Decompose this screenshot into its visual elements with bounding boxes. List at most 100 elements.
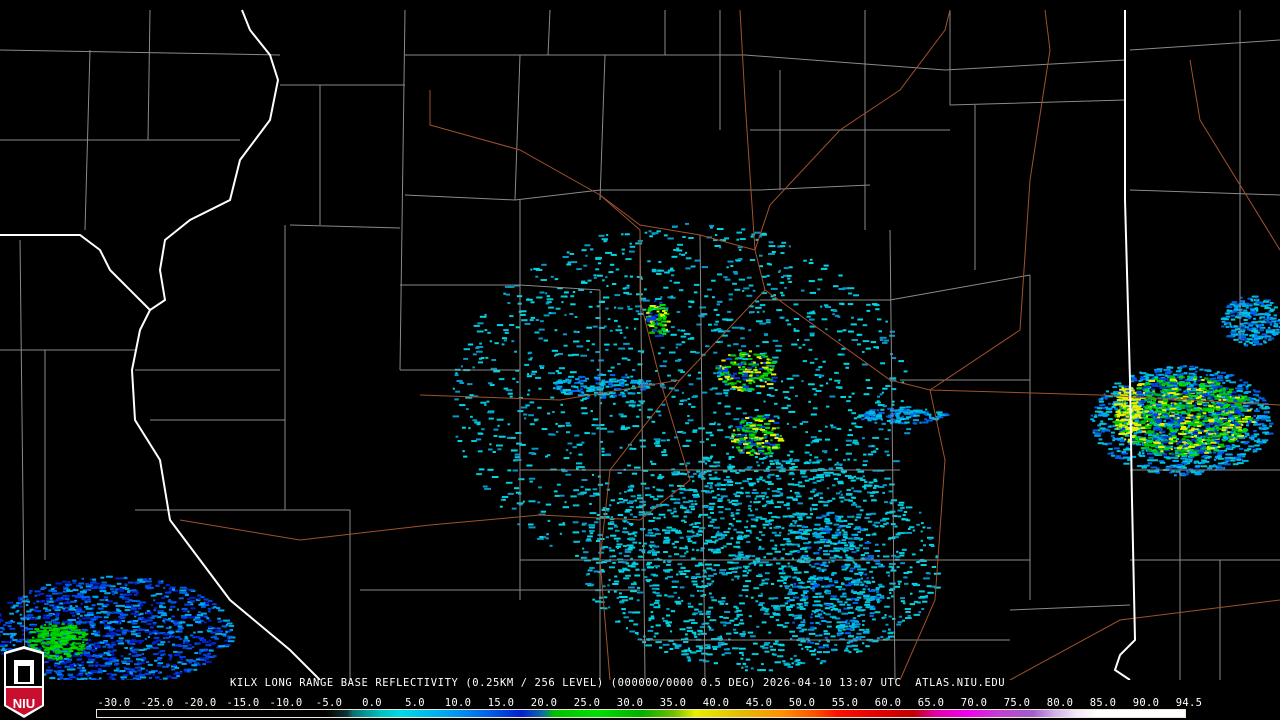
echo-pixel bbox=[1253, 419, 1260, 422]
echo-pixel bbox=[717, 402, 722, 405]
echo-pixel bbox=[776, 501, 784, 504]
echo-pixel bbox=[702, 456, 709, 459]
echo-pixel bbox=[867, 520, 873, 523]
echo-pixel bbox=[776, 624, 784, 627]
echo-pixel bbox=[709, 224, 715, 227]
echo-pixel bbox=[790, 463, 796, 465]
echo-pixel bbox=[1192, 373, 1197, 376]
echo-pixel bbox=[509, 395, 513, 398]
echo-pixel bbox=[685, 509, 690, 512]
echo-pixel bbox=[630, 484, 635, 487]
echo-pixel bbox=[840, 541, 847, 544]
echo-pixel bbox=[799, 630, 805, 633]
echo-pixel bbox=[771, 367, 775, 370]
echo-pixel bbox=[886, 637, 891, 640]
echo-pixel bbox=[921, 421, 929, 424]
radar-map[interactable] bbox=[0, 0, 1280, 680]
echo-pixel bbox=[584, 244, 591, 247]
echo-pixel bbox=[691, 529, 694, 532]
echo-pixel bbox=[692, 430, 697, 433]
echo-pixel bbox=[624, 490, 627, 493]
echo-pixel bbox=[606, 285, 609, 287]
echo-pixel bbox=[873, 418, 877, 421]
echo-pixel bbox=[800, 621, 806, 624]
echo-pixel bbox=[704, 295, 709, 298]
echo-pixel bbox=[822, 561, 827, 564]
echo-pixel bbox=[708, 583, 711, 586]
echo-pixel bbox=[1121, 450, 1126, 453]
echo-pixel bbox=[546, 533, 549, 536]
echo-pixel bbox=[816, 651, 823, 654]
echo-pixel bbox=[669, 279, 672, 282]
echo-pixel bbox=[764, 445, 769, 448]
echo-pixel bbox=[623, 616, 629, 619]
echo-pixel bbox=[769, 455, 773, 458]
echo-pixel bbox=[722, 470, 728, 473]
echo-pixel bbox=[677, 644, 682, 647]
echo-pixel bbox=[768, 512, 773, 515]
echo-pixel bbox=[936, 411, 943, 414]
echo-pixel bbox=[768, 387, 774, 390]
echo-pixel bbox=[1093, 415, 1098, 418]
echo-pixel bbox=[682, 236, 686, 238]
echo-pixel bbox=[1239, 379, 1243, 382]
echo-pixel bbox=[537, 406, 542, 409]
echo-pixel bbox=[775, 461, 780, 464]
echo-pixel bbox=[550, 275, 554, 278]
echo-pixel bbox=[547, 412, 551, 415]
echo-pixel bbox=[668, 555, 672, 558]
echo-pixel bbox=[750, 525, 755, 528]
echo-pixel bbox=[741, 531, 744, 534]
echo-pixel bbox=[632, 611, 639, 614]
echo-pixel bbox=[662, 541, 670, 544]
echo-pixel bbox=[608, 579, 611, 582]
echo-pixel bbox=[927, 591, 934, 594]
echo-pixel bbox=[545, 537, 549, 540]
echo-pixel bbox=[793, 318, 800, 320]
echo-pixel bbox=[903, 576, 908, 579]
echo-pixel bbox=[906, 416, 912, 419]
echo-pixel bbox=[1235, 387, 1242, 390]
echo-pixel bbox=[806, 580, 812, 583]
echo-pixel bbox=[869, 608, 876, 610]
echo-pixel bbox=[709, 619, 717, 622]
echo-pixel bbox=[622, 561, 628, 564]
echo-pixel bbox=[689, 511, 692, 514]
echo-pixel bbox=[808, 577, 811, 580]
echo-pixel bbox=[723, 392, 729, 395]
echo-pixel bbox=[851, 339, 858, 341]
echo-pixel bbox=[817, 592, 822, 595]
echo-pixel bbox=[882, 484, 887, 487]
echo-pixel bbox=[501, 337, 508, 340]
echo-pixel bbox=[841, 525, 849, 527]
echo-pixel bbox=[590, 359, 595, 362]
echo-pixel bbox=[838, 288, 846, 290]
echo-pixel bbox=[900, 597, 905, 600]
echo-pixel bbox=[784, 396, 789, 399]
echo-pixel bbox=[748, 284, 754, 287]
echo-pixel bbox=[712, 551, 719, 554]
echo-pixel bbox=[507, 469, 512, 472]
echo-pixel bbox=[873, 487, 877, 489]
echo-pixel bbox=[731, 571, 736, 573]
echo-pixel bbox=[678, 403, 684, 406]
echo-pixel bbox=[789, 630, 796, 633]
echo-pixel bbox=[704, 462, 707, 465]
echo-pixel bbox=[872, 409, 876, 412]
echo-pixel bbox=[556, 387, 561, 390]
echo-pixel bbox=[755, 537, 759, 540]
echo-pixel bbox=[844, 475, 852, 477]
echo-pixel bbox=[905, 406, 912, 409]
echo-pixel bbox=[655, 624, 661, 627]
echo-pixel bbox=[522, 500, 525, 503]
echo-pixel bbox=[590, 410, 593, 413]
echo-pixel bbox=[762, 310, 765, 313]
echo-pixel bbox=[836, 621, 842, 624]
echo-pixel bbox=[836, 528, 840, 531]
echo-pixel bbox=[525, 404, 530, 407]
echo-pixel bbox=[590, 248, 594, 251]
echo-pixel bbox=[860, 577, 863, 580]
echo-pixel bbox=[503, 339, 507, 342]
echo-pixel bbox=[702, 391, 708, 394]
echo-pixel bbox=[792, 585, 798, 588]
